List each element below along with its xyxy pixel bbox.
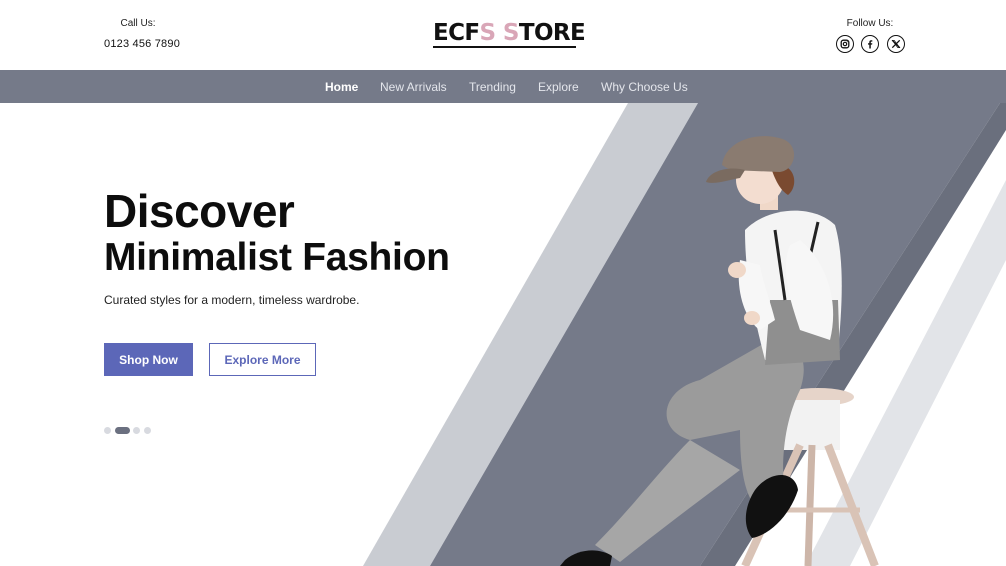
slider-dot-3[interactable] xyxy=(133,427,140,434)
instagram-icon[interactable] xyxy=(836,35,854,53)
hero-title-line2: Minimalist Fashion xyxy=(104,236,450,279)
nav-item-trending[interactable]: Trending xyxy=(469,80,516,94)
slider-dot-4[interactable] xyxy=(144,427,151,434)
logo-text-part3: TORE xyxy=(518,20,586,46)
nav-item-why-choose-us[interactable]: Why Choose Us xyxy=(601,80,688,94)
slider-dot-1[interactable] xyxy=(104,427,111,434)
nav-item-new-arrivals[interactable]: New Arrivals xyxy=(380,80,447,94)
phone-number[interactable]: 0123 456 7890 xyxy=(104,38,180,50)
nav-item-home[interactable]: Home xyxy=(325,80,358,94)
x-icon[interactable] xyxy=(887,35,905,53)
hero-subtitle: Curated styles for a modern, timeless wa… xyxy=(104,293,360,307)
logo-text-part2: S S xyxy=(479,20,520,46)
hero-model-image xyxy=(560,136,879,566)
store-logo[interactable]: ECFS STORE xyxy=(433,20,586,46)
follow-us-label: Follow Us: xyxy=(846,18,894,29)
slider-dot-2-active[interactable] xyxy=(115,427,130,434)
main-nav: Home New Arrivals Trending Explore Why C… xyxy=(0,70,1006,103)
nav-item-explore[interactable]: Explore xyxy=(538,80,579,94)
site-header: Call Us: 0123 456 7890 ECFS STORE Follow… xyxy=(0,0,1006,70)
facebook-icon[interactable] xyxy=(861,35,879,53)
explore-more-button[interactable]: Explore More xyxy=(209,343,316,376)
hero-title-line1: Discover xyxy=(104,185,295,237)
logo-underline xyxy=(433,46,576,48)
call-us-label: Call Us: xyxy=(120,18,156,29)
shop-now-button[interactable]: Shop Now xyxy=(104,343,193,376)
logo-text-part1: ECF xyxy=(433,20,480,46)
